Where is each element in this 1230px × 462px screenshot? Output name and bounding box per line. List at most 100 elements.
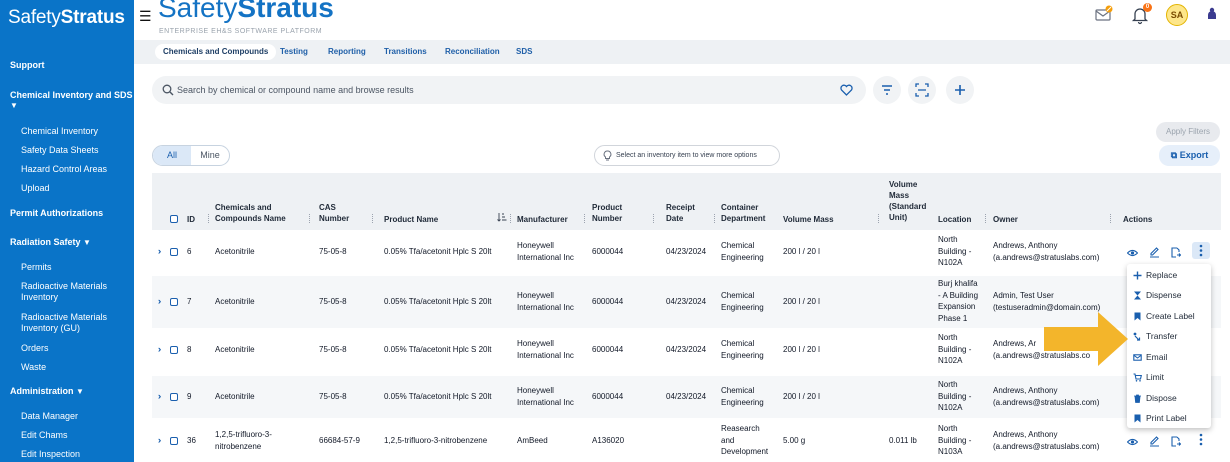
header-receipt-date[interactable]: Receipt Date [666,202,695,224]
favorite-heart-icon[interactable] [840,84,853,96]
apply-filters-button[interactable]: Apply Filters [1156,122,1220,142]
header-container-department[interactable]: Container Department [721,202,765,224]
cell-container-department-line: and [721,435,735,445]
sidebar-item-data-manager[interactable]: Data Manager [21,411,131,422]
segment-all[interactable]: All [153,146,191,165]
cell-manufacturer-line: International Inc [517,397,574,407]
row-checkbox[interactable] [170,248,178,256]
search-icon [162,84,174,96]
column-separator[interactable] [584,214,585,223]
column-separator[interactable] [653,214,654,223]
column-separator[interactable] [985,214,986,223]
export-button[interactable]: ⧉ Export [1159,145,1220,166]
sidebar-item-hazard-control-areas[interactable]: Hazard Control Areas [21,164,131,175]
sidebar-item-support[interactable]: Support [10,60,45,70]
brand-logo: SafetyStratus [158,0,334,23]
column-separator[interactable] [878,214,879,223]
expand-row-chevron-icon[interactable]: › [158,391,162,401]
header-id[interactable]: ID [187,214,195,225]
cell-manufacturer: Honeywell International Inc [517,290,574,313]
sidebar-item-safety-data-sheets[interactable]: Safety Data Sheets [21,145,131,156]
column-separator[interactable] [510,214,511,223]
header-product-number[interactable]: Product Number [592,202,622,224]
view-eye-icon[interactable] [1126,245,1139,263]
export-document-icon[interactable] [1170,245,1182,263]
search-bar: Search by chemical or compound name and … [152,76,866,104]
header-volume-mass-standard[interactable]: Volume Mass (Standard Unit) [889,179,926,223]
sidebar-section-administration[interactable]: Administration ▼ [10,386,84,396]
cell-id: 36 [187,436,196,445]
row-checkbox[interactable] [170,393,178,401]
sidebar-item-waste[interactable]: Waste [21,362,131,373]
cell-container-department: Chemical Engineering [721,338,764,361]
avatar[interactable]: SA [1166,4,1188,26]
sidebar-item-permit-authorizations[interactable]: Permit Authorizations [10,208,103,218]
sidebar-item-orders[interactable]: Orders [21,343,131,354]
sidebar-item-permits[interactable]: Permits [21,262,131,273]
row-checkbox[interactable] [170,346,178,354]
column-separator[interactable] [714,214,715,223]
sort-ascending-icon[interactable] [497,212,507,222]
bookmark-icon [1134,414,1141,423]
mail-notifications-icon[interactable] [1094,5,1114,28]
header-volume-mass[interactable]: Volume Mass [783,214,834,225]
header-location[interactable]: Location [938,214,971,225]
header-owner[interactable]: Owner [993,214,1018,225]
cell-owner-line: (a.andrews@stratuslabs.com) [993,441,1100,451]
tab-testing[interactable]: Testing [272,44,316,60]
cell-owner-line: Andrews, Anthony [993,241,1058,250]
header-chemical-name[interactable]: Chemicals and Compounds Name [215,202,286,224]
tab-chemicals-and-compounds[interactable]: Chemicals and Compounds [155,44,277,60]
callout-arrow-icon [1044,312,1128,366]
view-eye-icon[interactable] [1126,434,1139,452]
row-checkbox[interactable] [170,298,178,306]
cell-container-department-line: Engineering [721,302,764,312]
cell-volume-mass: 200 l / 20 l [783,297,820,306]
expand-row-chevron-icon[interactable]: › [158,246,162,256]
tab-transitions[interactable]: Transitions [376,44,435,60]
expand-row-chevron-icon[interactable]: › [158,296,162,306]
cell-manufacturer-line: Honeywell [517,241,554,250]
sidebar-section-radiation-safety[interactable]: Radiation Safety ▼ [10,237,91,247]
column-separator[interactable] [309,214,310,223]
edit-pencil-icon[interactable] [1149,245,1160,263]
expand-row-chevron-icon[interactable]: › [158,435,162,445]
tab-reporting[interactable]: Reporting [320,44,374,60]
sidebar-item-radioactive-materials-inventory[interactable]: Radioactive Materials Inventory [21,281,131,303]
more-options-icon[interactable] [1192,431,1210,448]
column-separator[interactable] [1110,214,1111,223]
sidebar-item-edit-chams[interactable]: Edit Chams [21,430,131,441]
row-checkbox[interactable] [170,437,178,445]
tab-sds[interactable]: SDS [508,44,540,60]
sidebar-item-radioactive-materials-inventory-gu[interactable]: Radioactive Materials Inventory (GU) [21,312,131,334]
brand-tagline: ENTERPRISE EH&S SOFTWARE PLATFORM [159,28,323,35]
sidebar-item-upload[interactable]: Upload [21,183,131,194]
cell-id: 6 [187,247,192,256]
tab-reconciliation[interactable]: Reconciliation [437,44,508,60]
sidebar-item-edit-inspection[interactable]: Edit Inspection [21,449,131,460]
scan-barcode-button[interactable] [908,76,936,104]
sidebar-section-chemical-inventory[interactable]: Chemical Inventory and SDS ▼ [10,90,133,110]
column-separator[interactable] [372,214,373,223]
hamburger-menu-icon[interactable]: ☰ [139,8,152,25]
user-lock-icon[interactable] [1207,7,1217,26]
expand-row-chevron-icon[interactable]: › [158,344,162,354]
edit-pencil-icon[interactable] [1149,434,1160,452]
header-manufacturer[interactable]: Manufacturer [517,214,568,225]
cell-location-line: North [938,235,958,244]
header-cas-number[interactable]: CAS Number [319,202,349,224]
plus-icon [955,85,965,95]
add-button[interactable] [946,76,974,104]
segment-mine[interactable]: Mine [191,146,229,165]
cell-container-department: Reasearch and Development [721,423,768,458]
header-product-name[interactable]: Product Name [384,214,438,225]
cell-manufacturer-line: International Inc [517,302,574,312]
column-separator[interactable] [208,214,209,223]
sidebar-item-chemical-inventory[interactable]: Chemical Inventory [21,126,131,137]
export-document-icon[interactable] [1170,434,1182,452]
search-input[interactable]: Search by chemical or compound name and … [177,85,414,95]
filter-button[interactable] [873,76,901,104]
more-options-icon[interactable] [1192,242,1210,259]
cell-owner: Andrews, Anthony (a.andrews@stratuslabs.c… [993,385,1099,408]
select-all-checkbox[interactable] [170,215,178,223]
